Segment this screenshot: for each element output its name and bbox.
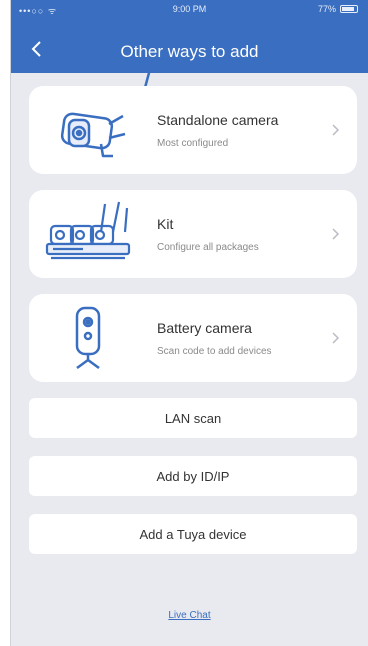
add-by-id-button[interactable]: Add by ID/IP [29,456,357,496]
option-kit[interactable]: Kit Configure all packages [29,190,357,278]
bullet-camera-icon [60,112,126,158]
option-subtitle: Configure all packages [157,242,259,253]
status-bar: •••○○ ᯤ 9:00 PM 77% [11,0,368,20]
add-tuya-device-button[interactable]: Add a Tuya device [29,514,357,554]
page-title: Other ways to add [120,42,259,61]
option-title: Kit [157,216,174,232]
chevron-right-icon [332,228,340,240]
chevron-right-icon [332,124,340,136]
option-standalone-camera[interactable]: Standalone camera Most configured [29,86,357,174]
app-screen: •••○○ ᯤ 9:00 PM 77% Other ways to add St… [10,0,368,646]
battery-status: 77% [318,4,358,14]
live-chat-link[interactable]: Live Chat [11,610,368,621]
chevron-right-icon [332,332,340,344]
nvr-kit-icon [45,201,131,260]
header-bar: •••○○ ᯤ 9:00 PM 77% Other ways to add [11,0,368,73]
lan-scan-button[interactable]: LAN scan [29,398,357,438]
option-subtitle: Scan code to add devices [157,346,272,357]
battery-percent: 77% [317,4,336,14]
battery-camera-icon [75,306,101,370]
option-title: Battery camera [157,320,252,336]
battery-icon [340,5,358,13]
option-title: Standalone camera [157,112,279,128]
option-subtitle: Most configured [157,138,229,149]
status-time: 9:00 PM [172,4,207,14]
option-battery-camera[interactable]: Battery camera Scan code to add devices [29,294,357,382]
